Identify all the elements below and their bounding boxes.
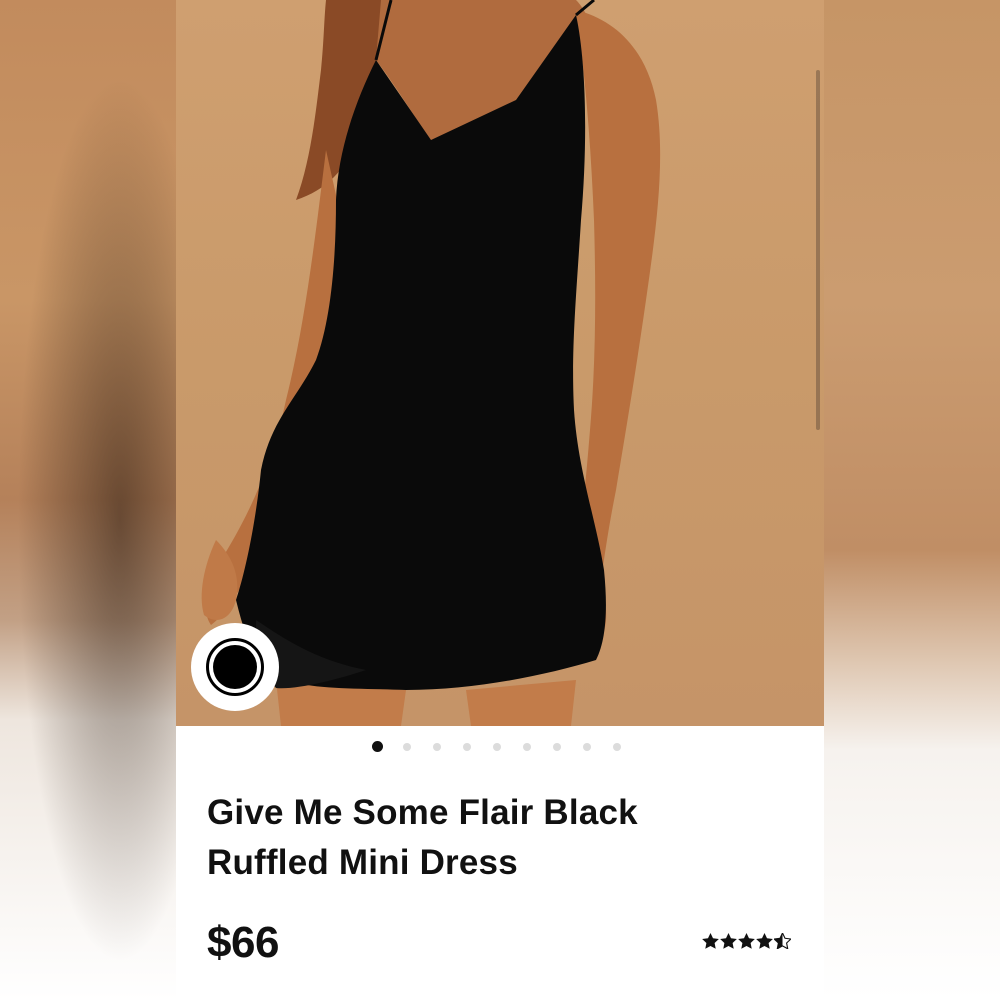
gallery-dot-8[interactable] (583, 742, 591, 751)
gallery-dot-7[interactable] (553, 742, 561, 751)
gallery-dot-9[interactable] (613, 742, 621, 751)
backdrop-left-blur (0, 0, 176, 1000)
star-rating[interactable] (702, 933, 791, 949)
product-price: $66 (207, 918, 279, 967)
star-half-icon (774, 933, 791, 949)
image-scrollbar[interactable] (816, 70, 820, 430)
product-title-line2: Ruffled Mini Dress (207, 843, 518, 882)
gallery-dot-2[interactable] (403, 742, 411, 751)
star-full-icon (756, 933, 773, 949)
color-swatch-button[interactable] (191, 623, 279, 711)
gallery-dot-6[interactable] (523, 742, 531, 751)
gallery-dot-5[interactable] (493, 742, 501, 751)
gallery-dot-3[interactable] (433, 742, 441, 751)
swatch-selected-ring (206, 638, 264, 696)
model-illustration (201, 0, 661, 726)
backdrop-right-blur (824, 0, 1000, 1000)
product-title-line1: Give Me Some Flair Black (207, 793, 638, 832)
gallery-dot-4[interactable] (463, 742, 471, 751)
gallery-dot-1[interactable] (372, 741, 383, 752)
star-full-icon (720, 933, 737, 949)
star-full-icon (702, 933, 719, 949)
product-image[interactable] (176, 0, 824, 726)
product-card: Give Me Some Flair Black Ruffled Mini Dr… (176, 0, 824, 1000)
swatch-black-color (213, 645, 257, 689)
product-title: Give Me Some Flair Black Ruffled Mini Dr… (207, 788, 767, 888)
star-full-icon (738, 933, 755, 949)
gallery-pagination (372, 741, 643, 752)
